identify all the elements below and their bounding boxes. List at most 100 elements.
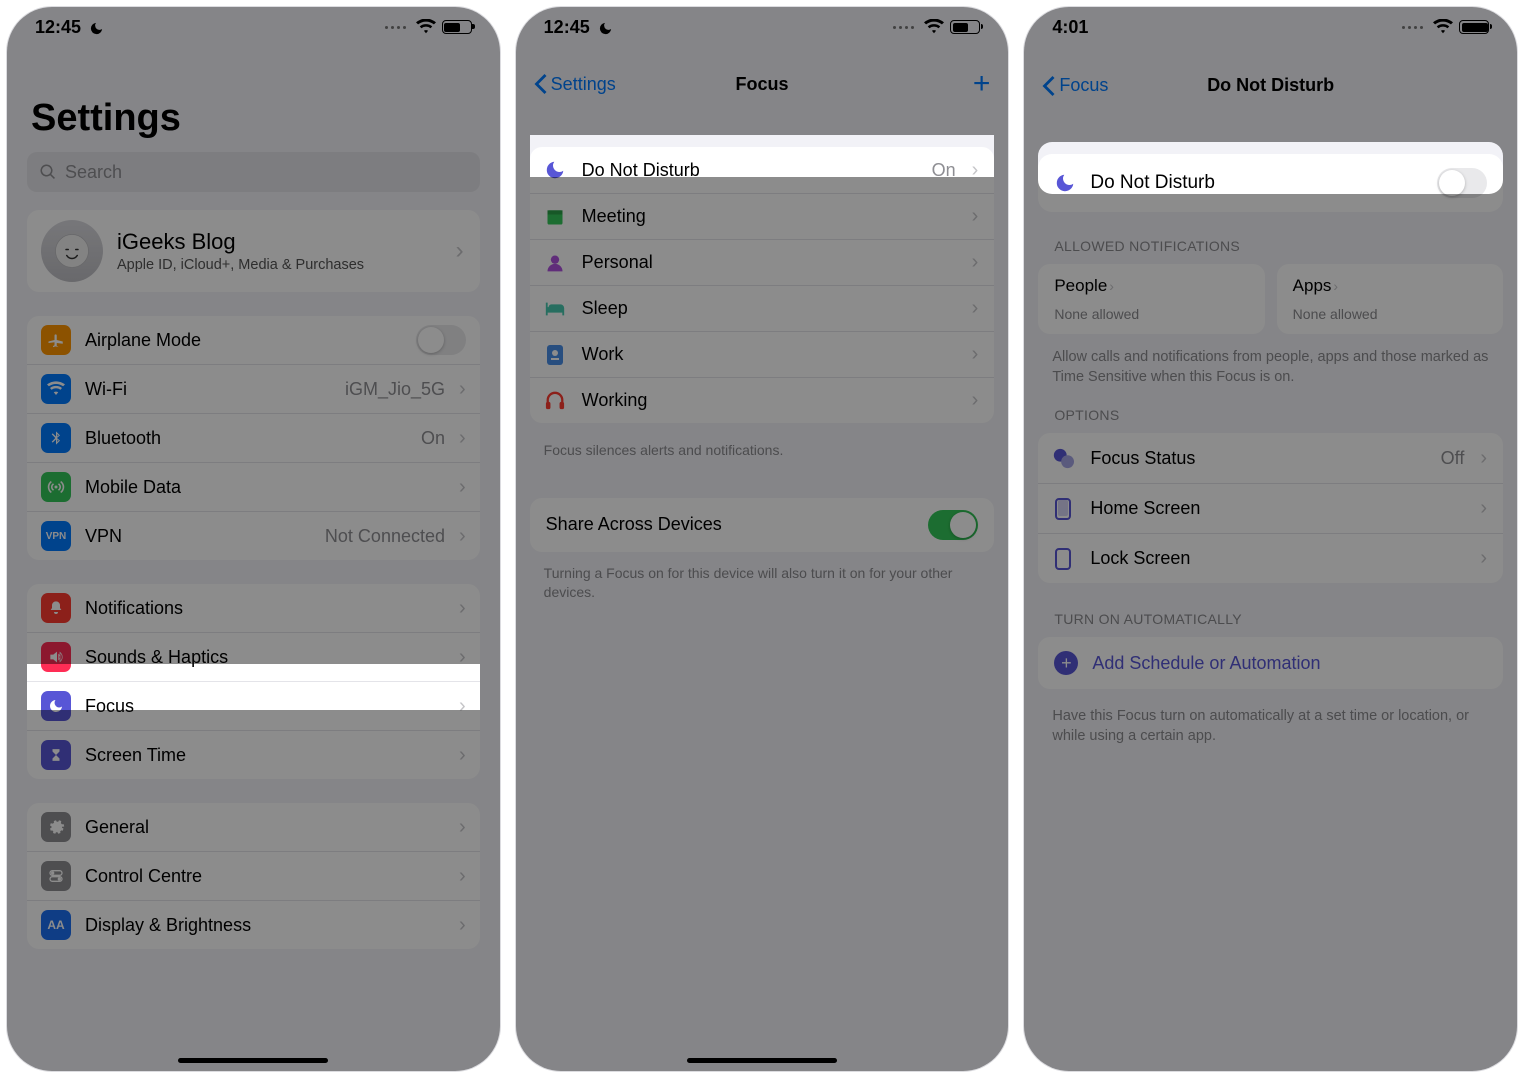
dnd-row[interactable]: Do Not Disturb On › — [530, 147, 995, 193]
focus-row[interactable]: Focus › — [27, 681, 480, 730]
share-toggle[interactable] — [928, 510, 978, 540]
mobile-data-row[interactable]: Mobile Data › — [27, 462, 480, 511]
wifi-row[interactable]: Wi-Fi iGM_Jio_5G › — [27, 364, 480, 413]
battery-icon — [1459, 20, 1489, 34]
ellipsis-icon — [893, 26, 918, 29]
ellipsis-icon — [1402, 26, 1427, 29]
plus-circle-icon: + — [1054, 651, 1078, 675]
add-schedule-row[interactable]: + Add Schedule or Automation — [1038, 637, 1503, 689]
control-centre-row[interactable]: Control Centre › — [27, 851, 480, 900]
dnd-toggle[interactable] — [1437, 168, 1487, 198]
back-button[interactable]: Settings — [534, 74, 616, 95]
moon-icon — [544, 159, 566, 181]
display-row[interactable]: AA Display & Brightness › — [27, 900, 480, 949]
status-bar: 12:45 — [516, 7, 1009, 47]
chevron-right-icon: › — [1480, 497, 1487, 520]
general-row[interactable]: General › — [27, 803, 480, 851]
status-time: 12:45 — [544, 17, 590, 38]
chevron-right-icon: › — [972, 205, 979, 228]
chevron-right-icon: › — [459, 865, 466, 888]
status-bar: 12:45 — [7, 7, 500, 47]
settings-screen: 12:45 Settings Search iGeeks Blog Apple … — [6, 6, 501, 1072]
focus-status-row[interactable]: Focus Status Off › — [1038, 433, 1503, 483]
dnd-master-row[interactable]: Do Not Disturb — [1038, 154, 1503, 212]
chevron-right-icon: › — [459, 646, 466, 669]
status-bar: 4:01 — [1024, 7, 1517, 47]
airplane-icon — [41, 325, 71, 355]
home-screen-row[interactable]: Home Screen › — [1038, 483, 1503, 533]
chevron-right-icon: › — [459, 378, 466, 401]
focus-footer: Focus silences alerts and notifications. — [516, 433, 1009, 468]
lock-screen-row[interactable]: Lock Screen › — [1038, 533, 1503, 583]
airplane-toggle[interactable] — [416, 325, 466, 355]
add-button[interactable]: + — [973, 69, 991, 99]
personal-row[interactable]: Personal › — [530, 239, 995, 285]
status-time: 4:01 — [1052, 17, 1088, 38]
home-indicator[interactable] — [687, 1058, 837, 1063]
gear-icon — [41, 812, 71, 842]
dnd-detail-screen: 4:01 Focus Do Not Disturb Do Not Disturb… — [1023, 6, 1518, 1072]
working-row[interactable]: Working › — [530, 377, 995, 423]
auto-header: Turn On Automatically — [1024, 605, 1517, 637]
chevron-right-icon: › — [459, 427, 466, 450]
back-button[interactable]: Focus — [1042, 75, 1108, 96]
wifi-row-icon — [41, 374, 71, 404]
meeting-row[interactable]: Meeting › — [530, 193, 995, 239]
people-tile[interactable]: People› None allowed — [1038, 264, 1264, 334]
chevron-left-icon — [1042, 76, 1055, 96]
chevron-right-icon: › — [972, 297, 979, 320]
vpn-row[interactable]: VPN VPN Not Connected › — [27, 511, 480, 560]
chevron-right-icon: › — [972, 251, 979, 274]
sounds-row[interactable]: Sounds & Haptics › — [27, 632, 480, 681]
allowed-header: Allowed Notifications — [1024, 232, 1517, 264]
wifi-icon — [924, 19, 944, 35]
status-time: 12:45 — [35, 17, 81, 38]
airplane-mode-row[interactable]: Airplane Mode — [27, 316, 480, 364]
bluetooth-row[interactable]: Bluetooth On › — [27, 413, 480, 462]
allowed-tiles: People› None allowed Apps› None allowed — [1038, 264, 1503, 334]
chevron-right-icon: › — [972, 343, 979, 366]
focus-modes-list: Do Not Disturb On › Meeting › Personal ›… — [530, 147, 995, 423]
nav-bar: Focus Do Not Disturb — [1024, 47, 1517, 108]
home-indicator[interactable] — [178, 1058, 328, 1063]
phone-icon — [1052, 548, 1074, 570]
sleep-row[interactable]: Sleep › — [530, 285, 995, 331]
nav-bar: Settings Focus + — [516, 47, 1009, 111]
moon-icon — [1054, 172, 1076, 194]
badge-icon — [544, 344, 566, 366]
profile-name: iGeeks Blog — [117, 229, 442, 255]
chevron-right-icon: › — [459, 476, 466, 499]
text-size-icon: AA — [41, 910, 71, 940]
apps-tile[interactable]: Apps› None allowed — [1277, 264, 1503, 334]
chevron-right-icon: › — [459, 914, 466, 937]
bell-icon — [41, 593, 71, 623]
options-list: Focus Status Off › Home Screen › Lock Sc… — [1038, 433, 1503, 583]
avatar — [41, 220, 103, 282]
share-across-row[interactable]: Share Across Devices — [530, 498, 995, 552]
bed-icon — [544, 298, 566, 320]
dnd-status-icon — [89, 20, 104, 35]
general-group: General › Control Centre › AA Display & … — [27, 803, 480, 949]
switches-icon — [41, 861, 71, 891]
calendar-icon — [544, 206, 566, 228]
focus-group: Notifications › Sounds & Haptics › Focus… — [27, 584, 480, 779]
profile-card[interactable]: iGeeks Blog Apple ID, iCloud+, Media & P… — [27, 210, 480, 292]
notifications-row[interactable]: Notifications › — [27, 584, 480, 632]
dnd-status-icon — [598, 20, 613, 35]
ellipsis-icon — [385, 26, 410, 29]
search-input[interactable]: Search — [27, 152, 480, 192]
bluetooth-icon — [41, 423, 71, 453]
battery-icon — [950, 20, 980, 34]
auto-paragraph: Have this Focus turn on automatically at… — [1024, 693, 1517, 760]
antenna-icon — [41, 472, 71, 502]
work-row[interactable]: Work › — [530, 331, 995, 377]
hourglass-icon — [41, 740, 71, 770]
options-header: Options — [1024, 401, 1517, 433]
person-icon — [544, 252, 566, 274]
headphones-icon — [544, 390, 566, 412]
screentime-row[interactable]: Screen Time › — [27, 730, 480, 779]
speaker-icon — [41, 642, 71, 672]
chevron-right-icon: › — [459, 695, 466, 718]
status-icon — [1052, 447, 1074, 469]
wifi-icon — [1433, 19, 1453, 35]
